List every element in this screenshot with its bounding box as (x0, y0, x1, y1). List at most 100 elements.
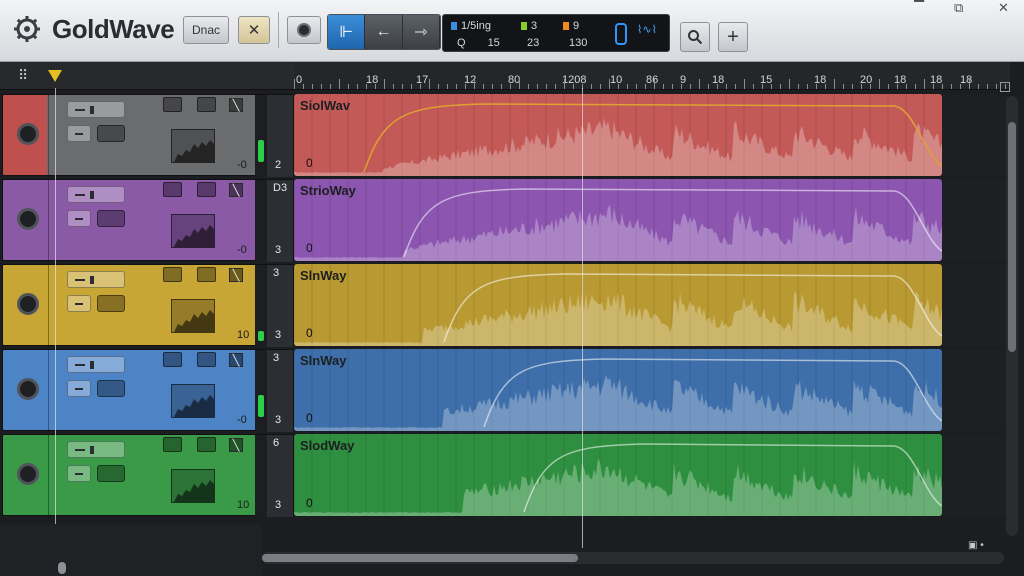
track-option-button[interactable] (197, 352, 216, 367)
fit-icon[interactable]: ▣ (968, 540, 977, 551)
ruler-tick (807, 84, 808, 89)
track-record-button[interactable] (17, 463, 39, 485)
ruler-tick (789, 79, 790, 89)
track-solo-toggle[interactable] (67, 210, 91, 227)
ruler-tick (618, 84, 619, 89)
ruler-tick (564, 79, 565, 89)
track-option-button[interactable] (197, 267, 216, 282)
track-mute-toggle[interactable] (67, 186, 125, 203)
ruler-tick (897, 84, 898, 89)
track-mute-toggle[interactable] (67, 101, 125, 118)
waveform-lane[interactable]: SlnWay 0 (294, 349, 942, 431)
ruler-menu-icon[interactable] (1000, 82, 1010, 92)
waveform-lane[interactable]: StrioWay 0 (294, 179, 942, 261)
search-button[interactable] (680, 22, 710, 52)
track-volume-label: 10 (237, 499, 250, 511)
track-fx-button[interactable] (97, 380, 125, 397)
loop-icon[interactable] (615, 23, 627, 45)
track-record-button[interactable] (17, 208, 39, 230)
playhead-marker-icon[interactable] (48, 70, 62, 82)
track-record-button[interactable] (17, 123, 39, 145)
waveform-lane[interactable]: SlodWay 0 (294, 434, 942, 516)
lane-empty-area (942, 94, 1008, 176)
close-window-icon[interactable]: ✕ (998, 0, 1009, 16)
waveform-icon[interactable]: ⌇∿⌇ (637, 23, 657, 36)
toolbar-divider (278, 12, 279, 48)
waveform-lane[interactable]: SlnWay 0 (294, 264, 942, 346)
ruler-tick (744, 79, 745, 89)
track-option-button[interactable] (163, 97, 182, 112)
track-close-icon[interactable]: ╲ (229, 183, 243, 197)
ruler-tick (879, 79, 880, 89)
track-header[interactable]: ╲ 10 3 3 (2, 264, 294, 347)
timeline-ruler[interactable]: 0 18 17 12 80 1208 10 86 9 18 15 18 20 18 18 18 (294, 62, 1010, 90)
plus-icon: + (727, 25, 739, 48)
track-name: SiolWav (300, 98, 351, 113)
track-solo-toggle[interactable] (67, 295, 91, 312)
record-button[interactable] (287, 16, 321, 44)
track-header[interactable]: ╲ -0 D3 3 (2, 179, 294, 262)
vertical-scrollbar[interactable] (1006, 96, 1018, 536)
track-solo-toggle[interactable] (67, 465, 91, 482)
track-option-button[interactable] (163, 182, 182, 197)
search-icon (688, 30, 703, 45)
track-fx-button[interactable] (97, 125, 125, 142)
ruler-tick (663, 84, 664, 89)
track-close-icon[interactable]: ╲ (229, 98, 243, 112)
track-header[interactable]: ╲ 10 6 3 (2, 434, 294, 517)
ruler-tick (906, 84, 907, 89)
track-close-icon[interactable]: ╲ (229, 268, 243, 282)
level-meter (255, 350, 267, 432)
vertical-scroll-thumb[interactable] (1008, 122, 1016, 352)
track-option-button[interactable] (197, 437, 216, 452)
track-option-button[interactable] (197, 97, 216, 112)
blue-marker-icon (451, 22, 457, 30)
mode-button[interactable]: Dnac (183, 16, 229, 44)
minimize-icon[interactable]: ▔ (914, 0, 924, 16)
grid-icon[interactable]: ⠿ (18, 67, 28, 84)
track-thumbnail (171, 384, 215, 418)
horizontal-scroll-thumb[interactable] (262, 554, 578, 562)
track-mute-toggle[interactable] (67, 441, 125, 458)
track-volume-label: 10 (237, 329, 250, 341)
ruler-tick (753, 84, 754, 89)
ruler-tick (519, 79, 520, 89)
track-mute-toggle[interactable] (67, 356, 125, 373)
track-fx-button[interactable] (97, 465, 125, 482)
start-marker-icon[interactable]: ⊩ (328, 15, 366, 49)
ruler-tick (501, 84, 502, 89)
track-record-button[interactable] (17, 378, 39, 400)
horizontal-scrollbar[interactable] (262, 552, 1004, 564)
rewind-arrow-icon[interactable]: ← (365, 15, 403, 49)
waveform-lane[interactable]: SiolWav 0 (294, 94, 942, 176)
track-option-button[interactable] (197, 182, 216, 197)
track-solo-toggle[interactable] (67, 125, 91, 142)
track-option-button[interactable] (163, 267, 182, 282)
track-fx-button[interactable] (97, 210, 125, 227)
track-close-icon[interactable]: ╲ (229, 438, 243, 452)
waveform (294, 264, 942, 346)
track-option-button[interactable] (163, 352, 182, 367)
ruler-tick (375, 84, 376, 89)
add-track-button[interactable]: + (718, 22, 748, 52)
close-button[interactable]: ✕ (238, 16, 270, 44)
meter-scale: 6 3 (267, 435, 293, 517)
forward-arrow-icon[interactable]: ⇾ (402, 15, 440, 49)
ruler-tick (708, 84, 709, 89)
ruler-tick (483, 84, 484, 89)
track-option-button[interactable] (163, 437, 182, 452)
track-header[interactable]: ╲ -0 2 (2, 94, 294, 177)
track-volume-label: -0 (237, 244, 247, 256)
track-solo-toggle[interactable] (67, 380, 91, 397)
menu-dots-icon[interactable]: • (980, 540, 984, 551)
transport-controls: ⊩ ← ⇾ (327, 14, 441, 50)
zoom-knob[interactable] (58, 562, 66, 574)
track-close-icon[interactable]: ╲ (229, 353, 243, 367)
track-mute-toggle[interactable] (67, 271, 125, 288)
ruler-tick (357, 84, 358, 89)
ruler-tick (573, 84, 574, 89)
track-header[interactable]: ╲ -0 3 3 (2, 349, 294, 432)
track-record-button[interactable] (17, 293, 39, 315)
restore-icon[interactable]: ⧉ (954, 0, 963, 16)
track-fx-button[interactable] (97, 295, 125, 312)
